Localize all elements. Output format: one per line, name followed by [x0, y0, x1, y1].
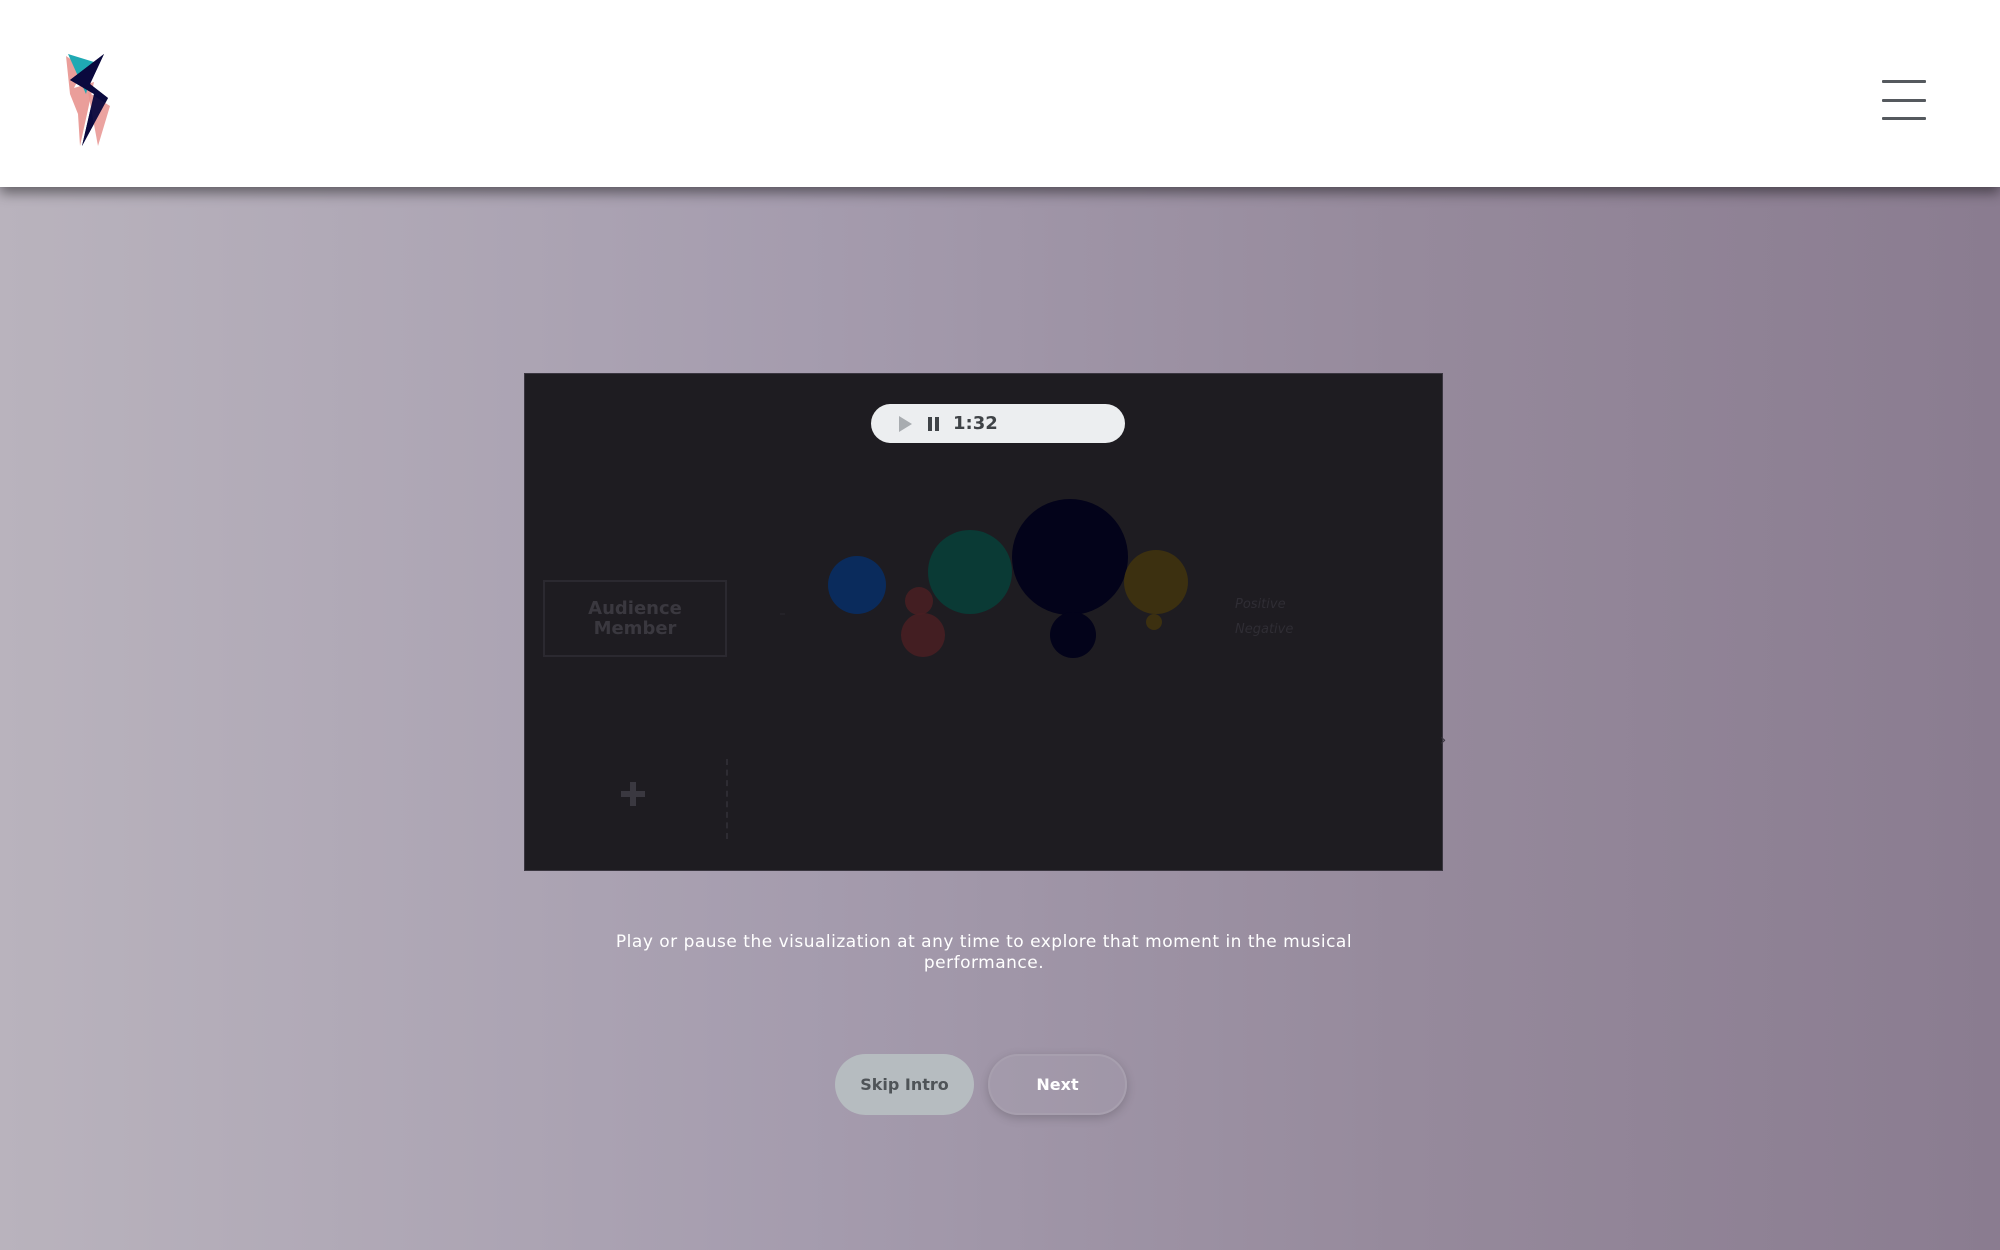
intro-caption: Play or pause the visualization at any t… — [615, 932, 1353, 973]
bubble-red-small — [905, 587, 933, 615]
sentiment-legend: Positive Negative — [1235, 592, 1293, 642]
bubble-cluster — [780, 499, 1188, 658]
playback-time: 1:32 — [953, 413, 998, 434]
bubble-navy-large — [1012, 499, 1128, 615]
play-icon[interactable] — [899, 415, 912, 432]
bubble-green — [928, 530, 1012, 614]
pause-icon[interactable] — [928, 416, 939, 431]
legend-positive: Positive — [1235, 597, 1286, 612]
next-button[interactable]: Next — [988, 1054, 1127, 1115]
skip-intro-button[interactable]: Skip Intro — [835, 1054, 974, 1115]
bubble-navy-small — [1050, 612, 1096, 658]
site-header — [0, 0, 2000, 187]
bubble-yellow — [1124, 550, 1188, 614]
bubble-blue — [828, 556, 886, 614]
legend-negative: Negative — [1235, 622, 1294, 637]
visualization-panel[interactable]: Audience Member Positive Negative — [524, 373, 1443, 871]
bubble-yellow-small — [1146, 614, 1162, 630]
timeline-divider — [726, 759, 728, 839]
bubble-red — [901, 613, 945, 657]
lightning-bolt-logo[interactable] — [64, 54, 120, 148]
plus-icon[interactable] — [621, 782, 645, 806]
chevron-right-icon[interactable]: › — [1440, 730, 1446, 749]
audio-player-control: 1:32 — [871, 404, 1125, 443]
hamburger-menu-icon[interactable] — [1882, 80, 1926, 120]
